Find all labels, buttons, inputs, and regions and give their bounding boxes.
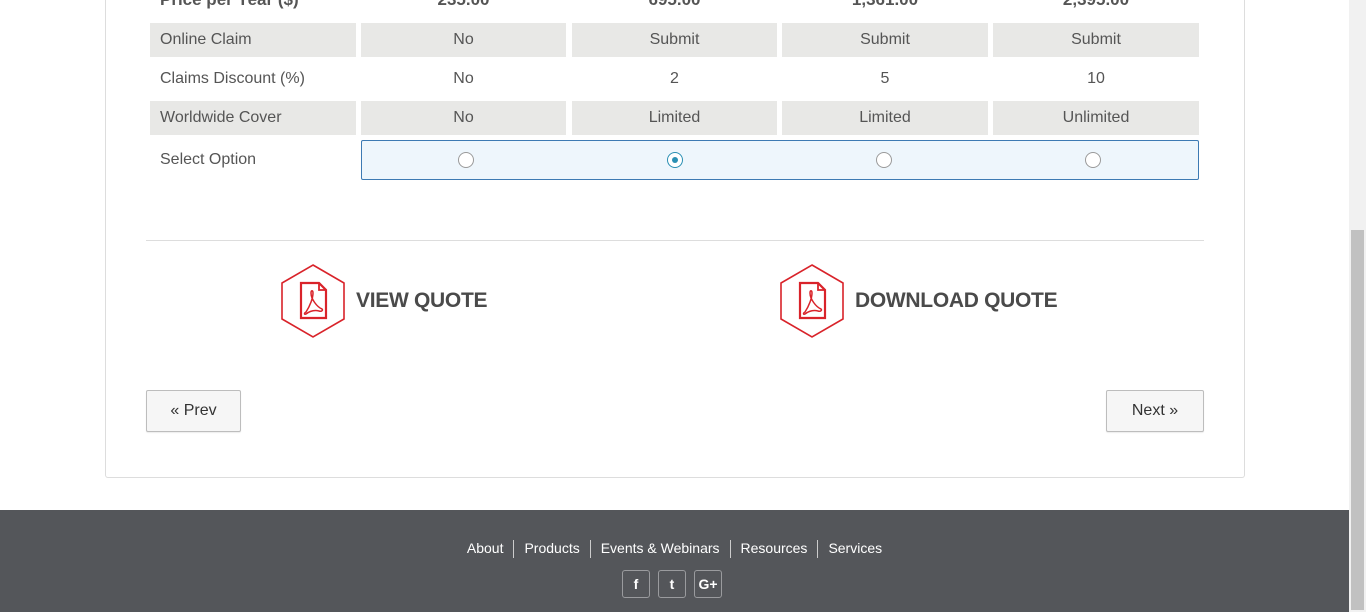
footer-nav: About Products Events & Webinars Resources S…	[0, 540, 1349, 559]
table-cell: 10	[1087, 70, 1105, 87]
table-cell: 2	[670, 70, 679, 87]
footer-link-resources[interactable]: Resources	[731, 540, 818, 556]
table-cell: Submit	[993, 23, 1199, 57]
table-row-worldwide-cover: Worldwide Cover No Limited Limited Unlim…	[150, 101, 1200, 135]
plan-option-radio-1[interactable]	[458, 152, 474, 168]
table-row-claims-discount: Claims Discount (%) No 2 5 10	[150, 62, 1200, 96]
price-cell: 695.00	[572, 0, 777, 17]
plan-option-group	[361, 140, 1199, 180]
table-cell: Unlimited	[993, 101, 1199, 135]
pdf-icon	[281, 264, 345, 338]
footer-link-about[interactable]: About	[457, 540, 514, 556]
row-label: Claims Discount (%)	[160, 70, 305, 87]
plan-option-radio-4[interactable]	[1085, 152, 1101, 168]
table-row-price: Price per Year ($) 235.00 695.00 1,361.0…	[150, 0, 1200, 17]
download-quote-button[interactable]: DOWNLOAD QUOTE	[778, 263, 1058, 339]
footer-link-events-webinars[interactable]: Events & Webinars	[591, 540, 730, 556]
table-row-online-claim: Online Claim No Submit Submit Submit	[150, 23, 1200, 57]
row-label: Online Claim	[150, 23, 356, 57]
page-scrollbar[interactable]	[1349, 0, 1366, 612]
table-cell: Submit	[572, 23, 777, 57]
site-footer: About Products Events & Webinars Resources S…	[0, 510, 1349, 612]
google-plus-icon[interactable]: G+	[694, 570, 722, 598]
download-quote-label: DOWNLOAD QUOTE	[855, 289, 1058, 312]
pdf-icon	[780, 264, 844, 338]
price-cell: 1,361.00	[782, 0, 988, 17]
row-label: Worldwide Cover	[150, 101, 356, 135]
table-cell: Limited	[782, 101, 988, 135]
table-cell: 5	[880, 70, 890, 87]
facebook-icon[interactable]: f	[622, 570, 650, 598]
next-button[interactable]: Next »	[1106, 390, 1204, 432]
plan-option-radio-3[interactable]	[876, 152, 892, 168]
section-divider	[146, 240, 1204, 241]
view-quote-button[interactable]: VIEW QUOTE	[279, 263, 487, 339]
row-label: Price per Year ($)	[150, 0, 356, 17]
select-option-label: Select Option	[160, 151, 257, 168]
footer-link-services[interactable]: Services	[818, 540, 892, 556]
table-cell: No	[361, 101, 566, 135]
scrollbar-thumb[interactable]	[1351, 230, 1364, 610]
view-quote-label: VIEW QUOTE	[356, 289, 488, 312]
plan-option-radio-2[interactable]	[667, 152, 683, 168]
table-cell: Submit	[782, 23, 988, 57]
table-cell: Limited	[572, 101, 777, 135]
price-cell: 2,395.00	[993, 0, 1199, 17]
social-links: f t G+	[622, 570, 722, 598]
twitter-icon[interactable]: t	[658, 570, 686, 598]
table-cell: No	[361, 23, 566, 57]
table-cell: No	[453, 70, 474, 87]
price-cell: 235.00	[361, 0, 566, 17]
prev-button[interactable]: « Prev	[146, 390, 241, 432]
footer-link-products[interactable]: Products	[514, 540, 589, 556]
